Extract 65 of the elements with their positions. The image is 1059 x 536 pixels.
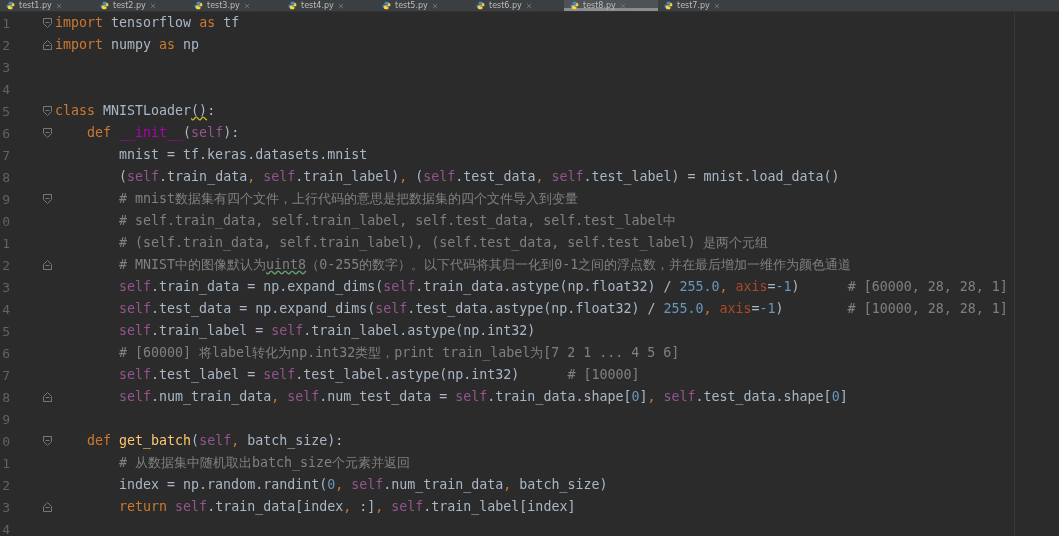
- file-type-icon: [194, 1, 203, 10]
- fold-icon[interactable]: [41, 105, 53, 117]
- tab-label: test3.py: [207, 1, 240, 10]
- close-icon[interactable]: [243, 2, 250, 9]
- editor-tab[interactable]: test2.py: [94, 0, 188, 11]
- editor-tab[interactable]: test6.py: [470, 0, 564, 11]
- fold-icon[interactable]: [41, 501, 53, 513]
- close-icon[interactable]: [619, 2, 626, 9]
- line-number: 8: [1, 389, 10, 405]
- line-number: 5: [1, 103, 10, 119]
- file-type-icon: [570, 1, 579, 10]
- line-number: 8: [1, 169, 10, 185]
- tab-label: test4.py: [301, 1, 334, 10]
- line-number: 3: [1, 499, 10, 515]
- fold-icon[interactable]: [41, 435, 53, 447]
- fold-icon[interactable]: [41, 17, 53, 29]
- close-icon[interactable]: [149, 2, 156, 9]
- editor-tab[interactable]: test7.py: [658, 0, 752, 11]
- tab-label: test1.py: [19, 1, 52, 10]
- line-number: 9: [1, 411, 10, 427]
- file-type-icon: [476, 1, 485, 10]
- line-number: 5: [1, 323, 10, 339]
- close-icon[interactable]: [713, 2, 720, 9]
- tab-label: test7.py: [677, 1, 710, 10]
- line-number: 2: [1, 37, 10, 53]
- line-number: 2: [1, 477, 10, 493]
- line-number: 1: [1, 455, 10, 471]
- editor-tab[interactable]: test5.py: [376, 0, 470, 11]
- fold-icon[interactable]: [41, 193, 53, 205]
- line-number: 4: [1, 81, 10, 97]
- fold-icon[interactable]: [41, 391, 53, 403]
- tab-label: test8.py: [583, 1, 616, 10]
- line-number: 6: [1, 125, 10, 141]
- line-number: 6: [1, 345, 10, 361]
- file-type-icon: [288, 1, 297, 10]
- line-number: 0: [1, 213, 10, 229]
- file-type-icon: [664, 1, 673, 10]
- line-number: 7: [1, 367, 10, 383]
- line-number: 4: [1, 301, 10, 317]
- editor-tab[interactable]: test1.py: [0, 0, 94, 11]
- line-number: 0: [1, 433, 10, 449]
- file-type-icon: [100, 1, 109, 10]
- editor-tab[interactable]: test4.py: [282, 0, 376, 11]
- close-icon[interactable]: [431, 2, 438, 9]
- fold-icon[interactable]: [41, 259, 53, 271]
- close-icon[interactable]: [337, 2, 344, 9]
- close-icon[interactable]: [525, 2, 532, 9]
- fold-icon[interactable]: [41, 127, 53, 139]
- tab-label: test5.py: [395, 1, 428, 10]
- line-number: 1: [1, 235, 10, 251]
- editor-tab[interactable]: test3.py: [188, 0, 282, 11]
- line-number: 9: [1, 191, 10, 207]
- line-number: 2: [1, 257, 10, 273]
- line-number: 4: [1, 521, 10, 536]
- tab-label: test2.py: [113, 1, 146, 10]
- line-number: 3: [1, 279, 10, 295]
- line-number: 7: [1, 147, 10, 163]
- close-icon[interactable]: [55, 2, 62, 9]
- fold-icon[interactable]: [41, 39, 53, 51]
- file-type-icon: [6, 1, 15, 10]
- file-type-icon: [382, 1, 391, 10]
- line-number: 3: [1, 59, 10, 75]
- editor-tab[interactable]: test8.py: [564, 0, 658, 11]
- tab-label: test6.py: [489, 1, 522, 10]
- line-number: 1: [1, 15, 10, 31]
